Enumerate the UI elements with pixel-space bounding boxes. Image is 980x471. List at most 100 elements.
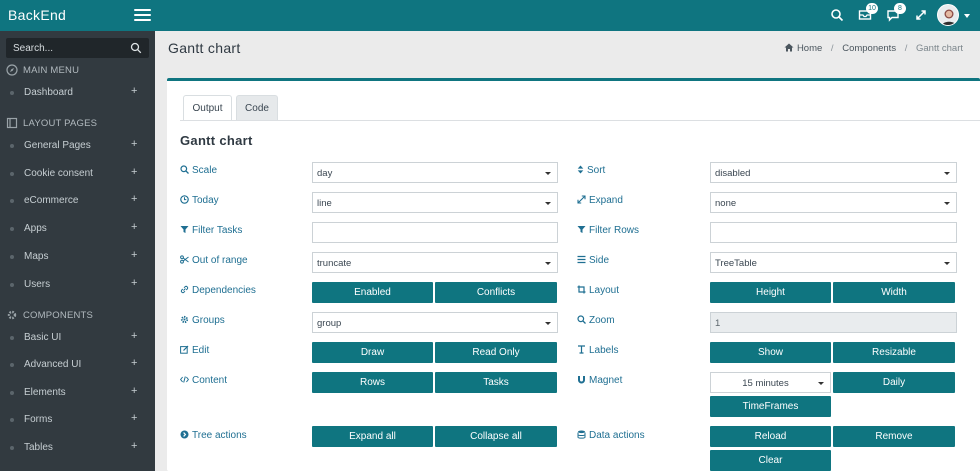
sidebar-item-basic-ui[interactable]: Basic UI + [0,327,155,349]
magnet-select[interactable]: 15 minutes [710,372,831,393]
clear-button[interactable]: Clear [710,450,831,471]
sidebar-item-users[interactable]: Users + [0,274,155,296]
sidebar-item-label: Dashboard [24,87,73,98]
breadcrumb-current: Gantt chart [916,43,963,54]
brand-logo[interactable]: BackEnd [8,7,66,23]
remove-button[interactable]: Remove [833,426,955,447]
sidebar-item-dashboard[interactable]: Dashboard + [0,82,155,104]
chevron-down-icon [545,262,551,265]
user-menu-chevron-down-icon[interactable] [964,14,970,18]
chevron-down-icon [944,262,950,265]
tab-code[interactable]: Code [236,95,278,121]
reload-button[interactable]: Reload [710,426,831,447]
layout-height-button[interactable]: Height [710,282,831,303]
side-select[interactable]: TreeTable [710,252,957,273]
sort-select[interactable]: disabled [710,162,957,183]
plus-icon: + [131,221,138,233]
chevron-down-icon [545,172,551,175]
layout-width-button[interactable]: Width [833,282,955,303]
plus-icon: + [131,330,138,342]
sidebar-item-label: Tables [24,442,53,453]
sidebar-item-label: General Pages [24,140,91,151]
sidebar-item-cookie-consent[interactable]: Cookie consent + [0,163,155,185]
magnet-daily-button[interactable]: Daily [833,372,955,393]
user-avatar[interactable] [937,4,959,26]
content-label: Content [179,375,227,386]
sidebar-search-input[interactable] [6,38,126,58]
layout-label: Layout [577,285,619,296]
plus-icon: + [131,249,138,261]
edit-draw-button[interactable]: Draw [312,342,433,363]
book-icon [6,117,18,129]
labels-resizable-button[interactable]: Resizable [833,342,955,363]
search-icon[interactable] [130,42,142,54]
sidebar-item-general-pages[interactable]: General Pages + [0,135,155,157]
collapse-all-button[interactable]: Collapse all [435,426,557,447]
edit-read-only-button[interactable]: Read Only [435,342,557,363]
sidebar-item-forms[interactable]: Forms + [0,409,155,431]
breadcrumb-components[interactable]: Components [842,43,896,54]
code-icon [179,376,190,383]
sidebar-item-maps[interactable]: Maps + [0,246,155,268]
content-rows-button[interactable]: Rows [312,372,433,393]
section-label: COMPONENTS [23,310,94,321]
chat-badge: 8 [894,3,906,14]
sidebar-item-label: Cookie consent [24,168,93,179]
labels-label: Labels [577,345,618,356]
filter-icon [577,226,586,233]
menu-toggle-icon[interactable] [134,9,151,22]
gear-icon [180,315,189,324]
tab-output[interactable]: Output [183,95,232,121]
edit-label: Edit [180,345,209,356]
chevron-down-icon [545,202,551,205]
dependencies-conflicts-button[interactable]: Conflicts [435,282,557,303]
fullscreen-icon[interactable] [914,8,928,22]
bullet-icon [10,255,14,259]
bullet-icon [10,172,14,176]
sidebar-search [6,38,149,58]
bullet-icon [10,199,14,203]
content-tasks-button[interactable]: Tasks [435,372,557,393]
bullet-icon [10,418,14,422]
plus-icon: + [131,412,138,424]
sidebar-item-advanced-ui[interactable]: Advanced UI + [0,354,155,376]
groups-select[interactable]: group [312,312,558,333]
plus-icon: + [131,166,138,178]
sidebar-item-tables[interactable]: Tables + [0,437,155,459]
chevron-down-icon [944,202,950,205]
out-of-range-select[interactable]: truncate [312,252,558,273]
magnet-label: Magnet [577,375,622,386]
data-actions-label: Data actions [577,430,645,441]
expand-select[interactable]: none [710,192,957,213]
labels-show-button[interactable]: Show [710,342,831,363]
sidebar-item-label: eCommerce [24,195,79,206]
sidebar-item-apps[interactable]: Apps + [0,218,155,240]
zoom-label: Zoom [577,315,615,326]
sidebar-item-label: Users [24,279,51,290]
side-label: Side [577,255,609,266]
scale-select[interactable]: day [312,162,558,183]
sidebar-item-ecommerce[interactable]: eCommerce + [0,190,155,212]
sidebar-item-label: Apps [24,223,47,234]
bullet-icon [10,336,14,340]
breadcrumb-separator: / [904,43,908,54]
search-icon[interactable] [830,8,844,22]
sidebar-item-label: Basic UI [24,332,62,343]
plus-icon: + [131,193,138,205]
tree-actions-label: Tree actions [180,430,247,441]
filter-rows-input[interactable] [710,222,957,243]
dependencies-enabled-button[interactable]: Enabled [312,282,433,303]
today-select[interactable]: line [312,192,558,213]
breadcrumb-home[interactable]: Home [797,43,822,54]
magnet-icon [578,376,585,384]
breadcrumb: Home / Components / Gantt chart [784,43,963,54]
filter-tasks-label: Filter Tasks [180,225,242,236]
filter-tasks-input[interactable] [312,222,558,243]
expand-all-button[interactable]: Expand all [312,426,433,447]
crop-icon [577,285,586,294]
sidebar-item-elements[interactable]: Elements + [0,382,155,404]
out-of-range-label: Out of range [180,255,248,266]
magnet-timeframes-button[interactable]: TimeFrames [710,396,831,417]
bars-icon [577,255,586,264]
bullet-icon [10,283,14,287]
